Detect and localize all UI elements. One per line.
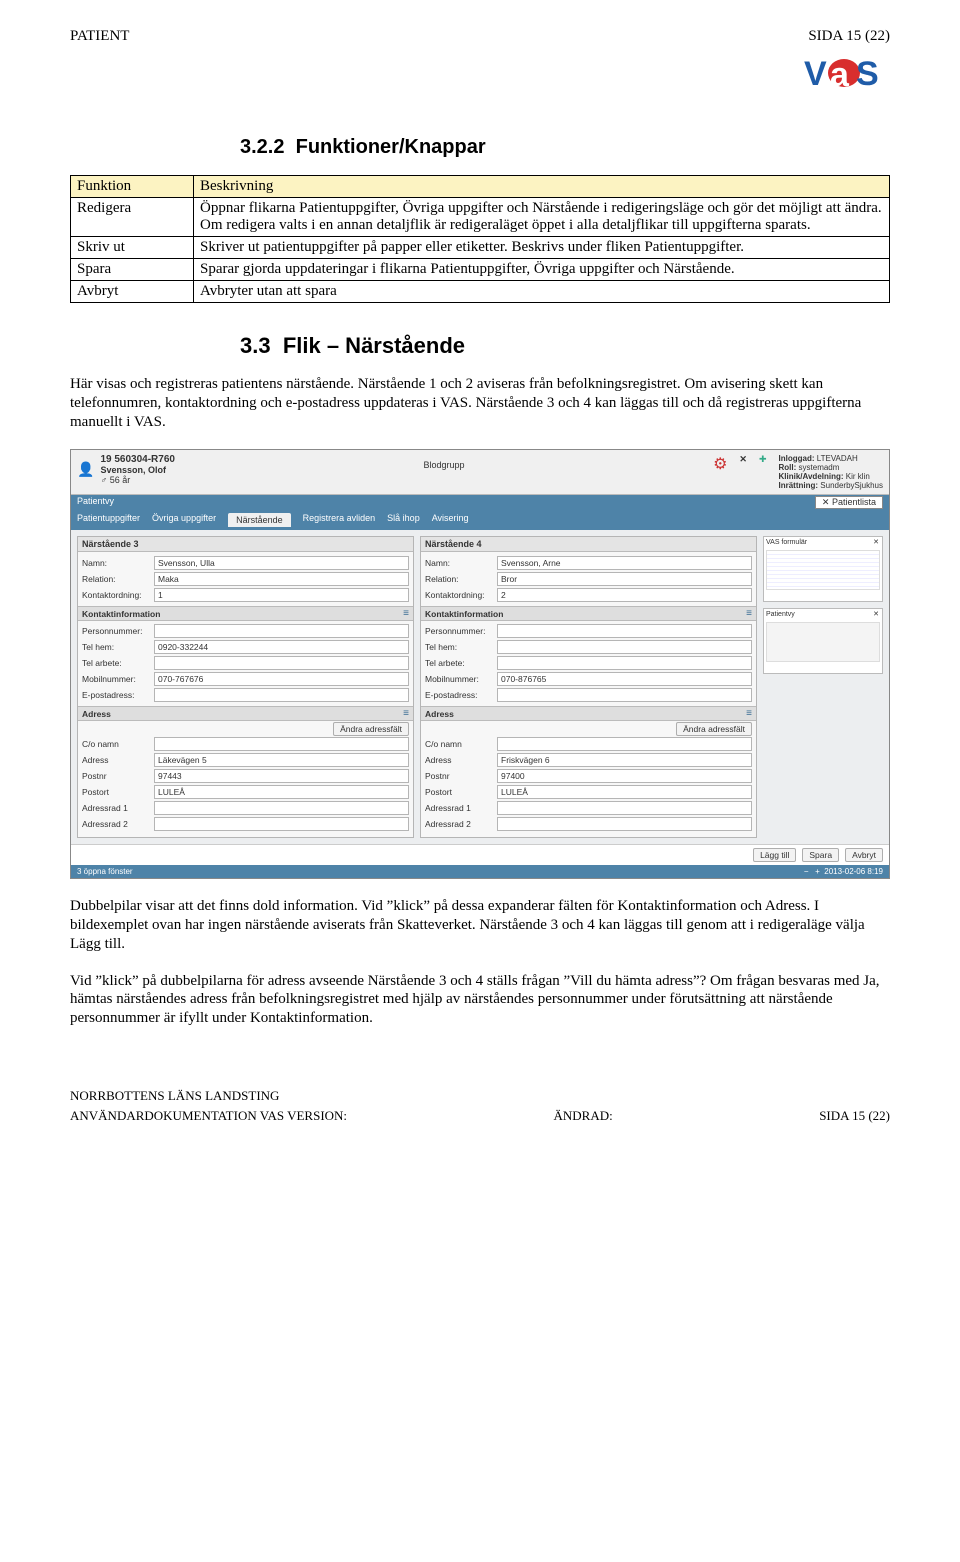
nk4-relation[interactable]: Bror [497, 572, 752, 586]
patientvy-thumb[interactable]: ✕ Patientvy [763, 608, 883, 674]
nk3-adr2[interactable] [154, 817, 409, 831]
nk4-adr2[interactable] [497, 817, 752, 831]
nk4-telhem[interactable] [497, 640, 752, 654]
svg-text:S: S [856, 55, 879, 93]
nk4-kontaktordning[interactable]: 2 [497, 588, 752, 602]
nk3-relation[interactable]: Maka [154, 572, 409, 586]
nk3-andra-adress-button[interactable]: Ändra adressfält [333, 722, 409, 736]
chevron-down-icon[interactable]: ≡ [403, 608, 409, 619]
paragraph-hamta-adress: Vid ”klick” på dubbelpilarna för adress … [70, 972, 890, 1028]
doc-header-right: SIDA 15 (22) [804, 28, 890, 45]
table-row: Skriv ut Skriver ut patientuppgifter på … [71, 237, 890, 259]
section-3.2.2-title: 3.2.2 Funktioner/Knappar [240, 136, 890, 159]
panel-narstaende-4: Närstående 4 Namn:Svensson, Arne Relatio… [420, 536, 757, 838]
doc-header-left: PATIENT [70, 28, 129, 45]
laggtill-button[interactable]: Lägg till [753, 848, 796, 862]
patient-name: Svensson, Olof [100, 465, 175, 475]
nk4-co[interactable] [497, 737, 752, 751]
th-funktion: Funktion [71, 176, 194, 198]
close-icon[interactable]: ✕ [873, 610, 879, 618]
avbryt-button[interactable]: Avbryt [845, 848, 883, 862]
vas-screenshot: 👤 19 560304-R760 Svensson, Olof ♂ 56 år … [70, 449, 890, 879]
status-right: − + 2013-02-06 8:19 [804, 867, 883, 876]
tab-slaihop[interactable]: Slå ihop [387, 513, 420, 527]
nk3-telarb[interactable] [154, 656, 409, 670]
nk3-postnr[interactable]: 97443 [154, 769, 409, 783]
tab-patientuppgifter[interactable]: Patientuppgifter [77, 513, 140, 527]
nk4-postort[interactable]: LULEÅ [497, 785, 752, 799]
chevron-down-icon[interactable]: ≡ [746, 608, 752, 619]
patient-id: 19 560304-R760 [100, 454, 175, 465]
nk4-postnr[interactable]: 97400 [497, 769, 752, 783]
patient-icon: 👤 [77, 461, 94, 478]
nk4-pnr[interactable] [497, 624, 752, 638]
nk4-andra-adress-button[interactable]: Ändra adressfält [676, 722, 752, 736]
nk3-adress[interactable]: Läkevägen 5 [154, 753, 409, 767]
tab-narstaende[interactable]: Närstående [228, 513, 291, 527]
svg-text:V: V [804, 55, 827, 93]
th-beskrivning: Beskrivning [194, 176, 890, 198]
addon-icon[interactable]: ✚ [759, 454, 767, 465]
nk3-pnr[interactable] [154, 624, 409, 638]
paragraph-dubbelpilar: Dubbelpilar visar att det finns dold inf… [70, 897, 890, 953]
table-row: Spara Sparar gjorda uppdateringar i flik… [71, 259, 890, 281]
nk3-postort[interactable]: LULEÅ [154, 785, 409, 799]
nk3-adr1[interactable] [154, 801, 409, 815]
nk4-telarb[interactable] [497, 656, 752, 670]
vas-formular-thumb[interactable]: ✕ VAS formulär [763, 536, 883, 602]
tab-ovriga[interactable]: Övriga uppgifter [152, 513, 216, 527]
tab-avliden[interactable]: Registrera avliden [303, 513, 376, 527]
tab-avisering[interactable]: Avisering [432, 513, 469, 527]
footer-page: SIDA 15 (22) [819, 1108, 890, 1124]
panel4-title: Närstående 4 [421, 537, 756, 552]
paragraph-intro: Här visas och registreras patientens när… [70, 375, 890, 431]
chevron-down-icon[interactable]: ≡ [746, 708, 752, 719]
chevron-down-icon[interactable]: ≡ [403, 708, 409, 719]
status-left: 3 öppna fönster [77, 867, 133, 876]
patientlista-label[interactable]: ✕ Patientlista [815, 496, 883, 509]
nk4-epost[interactable] [497, 688, 752, 702]
nk4-mobil[interactable]: 070-876765 [497, 672, 752, 686]
table-row: Avbryt Avbryter utan att spara [71, 281, 890, 303]
close-icon[interactable]: ✕ [739, 454, 747, 465]
patient-age: ♂ 56 år [100, 475, 175, 485]
svg-text:a: a [830, 56, 850, 94]
close-icon[interactable]: ✕ [873, 538, 879, 546]
spara-button[interactable]: Spara [802, 848, 839, 862]
vas-logo: V a S [804, 51, 890, 102]
functions-table: Funktion Beskrivning Redigera Öppnar fli… [70, 175, 890, 303]
nk3-namn[interactable]: Svensson, Ulla [154, 556, 409, 570]
view-label: Patientvy [77, 496, 114, 509]
panel3-title: Närstående 3 [78, 537, 413, 552]
nk3-epost[interactable] [154, 688, 409, 702]
section-3.3-title: 3.3 Flik – Närstående [240, 333, 890, 359]
nk3-kontaktordning[interactable]: 1 [154, 588, 409, 602]
nk4-adress[interactable]: Friskvägen 6 [497, 753, 752, 767]
table-row: Redigera Öppnar flikarna Patientuppgifte… [71, 198, 890, 237]
gear-icon[interactable]: ⚙ [713, 454, 727, 474]
nk3-mobil[interactable]: 070-767676 [154, 672, 409, 686]
nk4-namn[interactable]: Svensson, Arne [497, 556, 752, 570]
panel-narstaende-3: Närstående 3 Namn:Svensson, Ulla Relatio… [77, 536, 414, 838]
nk3-co[interactable] [154, 737, 409, 751]
footer-andrad: ÄNDRAD: [554, 1108, 613, 1124]
nk3-telhem[interactable]: 0920-332244 [154, 640, 409, 654]
bloodgroup-label: Blodgrupp [175, 454, 713, 490]
footer-org: NORRBOTTENS LÄNS LANDSTING [70, 1088, 347, 1104]
footer-docline: ANVÄNDARDOKUMENTATION VAS VERSION: [70, 1108, 347, 1124]
nk4-adr1[interactable] [497, 801, 752, 815]
